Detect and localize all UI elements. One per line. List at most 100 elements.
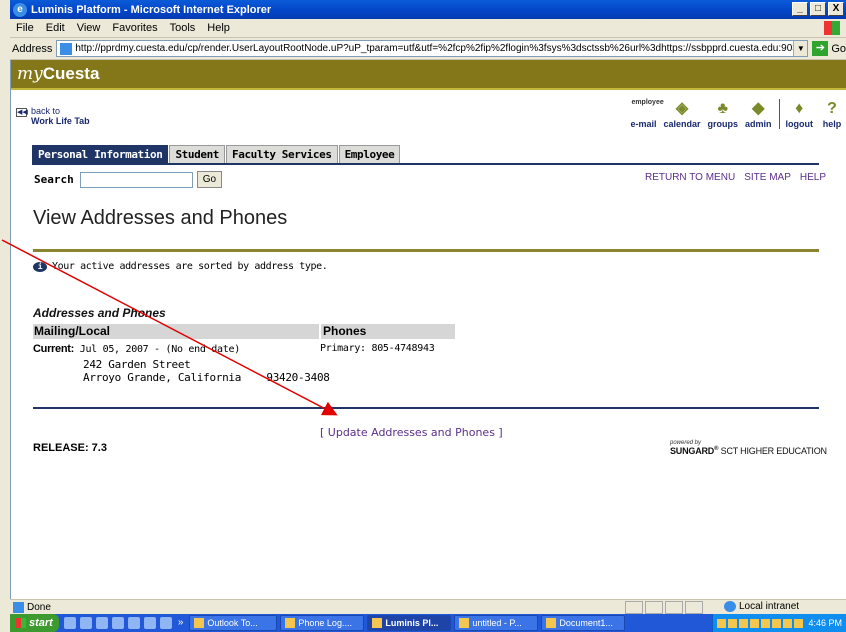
tray-icon[interactable] xyxy=(783,618,793,628)
admin-link[interactable]: ◆ admin xyxy=(745,99,772,129)
window-title: Luminis Platform - Microsoft Internet Ex… xyxy=(31,3,272,16)
taskbar-button[interactable]: Phone Log.... xyxy=(280,615,365,631)
city-state: Arroyo Grande, California xyxy=(83,371,242,384)
status-text: Done xyxy=(27,601,51,613)
maximize-button[interactable]: □ xyxy=(810,2,826,16)
current-label: Current: xyxy=(33,343,74,355)
update-addresses-and-phones-link[interactable]: [ Update Addresses and Phones ] xyxy=(320,426,503,439)
quicklaunch-icon[interactable] xyxy=(95,617,108,629)
quicklaunch-icon[interactable] xyxy=(159,617,172,629)
help-link[interactable]: ? help xyxy=(820,99,844,129)
address-go-button[interactable]: ➔ Go xyxy=(812,41,846,56)
address-url: http://pprdmy.cuesta.edu/cp/render.UserL… xyxy=(75,43,809,54)
tab-underline xyxy=(32,163,819,165)
zip-code: 93420-3408 xyxy=(266,371,330,384)
menu-file[interactable]: File xyxy=(16,22,34,34)
address-table: Mailing/Local Phones xyxy=(33,324,455,339)
tray-icon[interactable] xyxy=(717,618,727,628)
phones-header: Phones xyxy=(319,324,455,339)
section-heading: Addresses and Phones xyxy=(33,306,166,320)
search-row: Search Go xyxy=(34,171,223,188)
page-done-icon xyxy=(13,601,24,613)
tray-icon[interactable] xyxy=(728,618,738,628)
status-pane xyxy=(645,601,663,614)
quicklaunch-icon[interactable] xyxy=(111,617,124,629)
security-zone: Local intranet xyxy=(724,601,799,612)
quicklaunch-icon[interactable] xyxy=(79,617,92,629)
quicklaunch-icon[interactable] xyxy=(127,617,140,629)
menu-tools[interactable]: Tools xyxy=(170,22,196,34)
admin-icon: ◆ xyxy=(752,100,765,117)
logout-link[interactable]: ♦ logout xyxy=(778,99,813,129)
menu-bar: File Edit View Favorites Tools Help xyxy=(10,19,846,38)
word-icon xyxy=(546,618,557,628)
title-divider xyxy=(33,249,819,252)
taskbar-button[interactable]: Outlook To... xyxy=(189,615,278,631)
quick-launch: » xyxy=(63,617,187,629)
calendar-link[interactable]: ◈ calendar xyxy=(663,99,700,129)
tray-icon[interactable] xyxy=(750,618,760,628)
info-icon: i xyxy=(33,261,47,272)
menu-favorites[interactable]: Favorites xyxy=(112,22,157,34)
phone-log-icon xyxy=(285,618,296,628)
search-label: Search xyxy=(34,173,74,186)
taskbar-button[interactable]: Document1... xyxy=(541,615,626,631)
tab-faculty-services[interactable]: Faculty Services xyxy=(226,145,338,163)
taskbar-button-active[interactable]: Luminis Pl... xyxy=(367,615,452,631)
menu-help[interactable]: Help xyxy=(207,22,230,34)
window-controls: _ □ X xyxy=(792,2,844,16)
page-title: View Addresses and Phones xyxy=(33,207,288,229)
mailing-local-header: Mailing/Local xyxy=(33,324,319,339)
groups-link[interactable]: ♣ groups xyxy=(707,99,738,129)
status-panes xyxy=(625,601,705,614)
minimize-button[interactable]: _ xyxy=(792,2,808,16)
calendar-icon: ◈ xyxy=(675,100,689,117)
status-bar: Done Local intranet xyxy=(10,599,846,614)
menu-view[interactable]: View xyxy=(77,22,101,34)
menu-edit[interactable]: Edit xyxy=(46,22,65,34)
tab-personal-information[interactable]: Personal Information xyxy=(32,145,169,163)
tab-bar: Personal Information Student Faculty Ser… xyxy=(32,145,401,163)
help-top-link[interactable]: HELP xyxy=(800,172,826,183)
close-button[interactable]: X xyxy=(828,2,844,16)
start-button[interactable]: start xyxy=(10,614,59,632)
logout-icon: ♦ xyxy=(795,100,804,117)
page-icon xyxy=(60,42,73,55)
tray-icon[interactable] xyxy=(739,618,749,628)
info-message: i Your active addresses are sorted by ad… xyxy=(33,261,328,272)
quicklaunch-icon[interactable] xyxy=(63,617,76,629)
address-current-row: Current: Jul 05, 2007 - (No end date) xyxy=(33,343,240,355)
tab-student[interactable]: Student xyxy=(169,145,226,163)
search-go-button[interactable]: Go xyxy=(196,171,223,188)
return-to-menu-link[interactable]: RETURN TO MENU xyxy=(645,172,735,183)
taskbar-button[interactable]: untitled - P... xyxy=(454,615,539,631)
powered-by-logo: powered by SUNGARD® SCT HIGHER EDUCATION xyxy=(670,440,827,456)
search-input[interactable] xyxy=(79,171,193,188)
tray-icon[interactable] xyxy=(794,618,804,628)
brand-divider xyxy=(11,88,846,90)
tray-icon[interactable] xyxy=(761,618,771,628)
address-dropdown-icon[interactable]: ▼ xyxy=(793,41,808,56)
back-to-work-life-tab-link[interactable]: ◀◀ back to Work Life Tab xyxy=(16,106,90,126)
mycuesta-logo[interactable]: myCuesta xyxy=(17,64,99,84)
site-map-link[interactable]: SITE MAP xyxy=(744,172,791,183)
quicklaunch-icon[interactable] xyxy=(143,617,156,629)
back-line2: Work Life Tab xyxy=(31,116,90,126)
address-field[interactable]: http://pprdmy.cuesta.edu/cp/render.UserL… xyxy=(56,40,809,57)
tray-icon[interactable] xyxy=(772,618,782,628)
street-address: 242 Garden Street xyxy=(83,358,191,371)
status-pane xyxy=(665,601,683,614)
tab-employee[interactable]: Employee xyxy=(338,145,401,163)
address-label: Address xyxy=(12,42,53,55)
email-link[interactable]: employee e-mail xyxy=(630,99,663,129)
top-links: RETURN TO MENU SITE MAP HELP xyxy=(636,172,826,183)
back-line1: back to xyxy=(31,106,61,116)
go-label: Go xyxy=(831,42,846,55)
phone-primary: Primary: 805-4748943 xyxy=(320,343,435,354)
page-content: myCuesta ◀◀ back to Work Life Tab employ… xyxy=(10,60,846,599)
current-dates: Jul 05, 2007 - (No end date) xyxy=(79,344,240,355)
title-bar: e Luminis Platform - Microsoft Internet … xyxy=(10,0,846,19)
quicklaunch-more-icon[interactable]: » xyxy=(178,617,184,629)
city-state-zip: Arroyo Grande, California 93420-3408 xyxy=(83,371,330,384)
outlook-icon xyxy=(194,618,205,628)
